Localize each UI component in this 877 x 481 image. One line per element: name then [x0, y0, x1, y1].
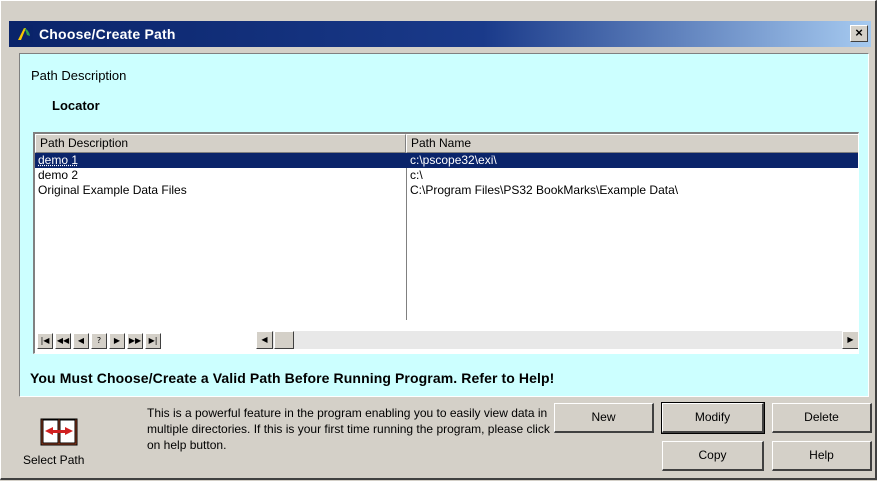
window-title: Choose/Create Path	[39, 26, 176, 42]
scroll-right-button[interactable]: ▶	[842, 331, 858, 349]
modify-button-label: Modify	[694, 410, 731, 424]
delete-button-label: Delete	[804, 410, 839, 424]
column-header-path-name[interactable]: Path Name	[406, 134, 858, 153]
next-record-button[interactable]: ▶	[109, 333, 125, 349]
prev-record-button[interactable]: ◀	[73, 333, 89, 349]
prev-page-icon: ◀◀	[56, 336, 70, 345]
next-page-icon: ▶▶	[128, 336, 142, 345]
help-button[interactable]: Help	[772, 441, 872, 471]
choose-create-path-dialog: Choose/Create Path × Path Description Lo…	[0, 0, 877, 480]
scroll-left-icon: ◀	[261, 335, 268, 344]
scroll-left-button[interactable]: ◀	[256, 331, 273, 349]
copy-button-label: Copy	[698, 448, 727, 462]
section-label: Path Description	[31, 68, 127, 83]
row-path: c:\	[410, 168, 423, 182]
next-icon: ▶	[113, 336, 121, 345]
scroll-thumb[interactable]	[274, 331, 294, 349]
warning-message: You Must Choose/Create a Valid Path Befo…	[30, 370, 555, 386]
table-row[interactable]: Original Example Data Files C:\Program F…	[35, 183, 858, 198]
next-page-button[interactable]: ▶▶	[127, 333, 143, 349]
scroll-right-icon: ▶	[847, 335, 854, 344]
first-record-button[interactable]: |◀	[37, 333, 53, 349]
select-path-label: Select Path	[23, 453, 85, 467]
new-button[interactable]: New	[554, 403, 654, 433]
prev-icon: ◀	[77, 336, 85, 345]
path-grid[interactable]: Path Description Path Name demo 1 c:\psc…	[33, 132, 859, 354]
row-description: demo 1	[38, 153, 79, 167]
locator-label: Locator	[52, 98, 100, 113]
help-text: This is a powerful feature in the progra…	[147, 406, 550, 452]
last-icon: ▶|	[148, 336, 158, 345]
app-icon	[15, 25, 33, 43]
footer: Select Path This is a powerful feature i…	[1, 399, 877, 481]
title-bar[interactable]: Choose/Create Path ×	[9, 21, 871, 47]
last-record-button[interactable]: ▶|	[145, 333, 161, 349]
row-description: demo 2	[38, 168, 79, 182]
close-icon: ×	[855, 25, 863, 40]
help-icon: ?	[96, 336, 102, 345]
table-row[interactable]: demo 1 c:\pscope32\exi\	[35, 153, 858, 168]
grid-rows: demo 1 c:\pscope32\exi\ demo 2 c:\ Origi…	[35, 153, 858, 198]
column-header-description[interactable]: Path Description	[35, 134, 406, 153]
delete-button[interactable]: Delete	[772, 403, 872, 433]
modify-button[interactable]: Modify	[661, 402, 765, 434]
close-button[interactable]: ×	[850, 25, 868, 42]
prev-page-button[interactable]: ◀◀	[55, 333, 71, 349]
row-description: Original Example Data Files	[38, 183, 187, 197]
copy-button[interactable]: Copy	[662, 441, 764, 471]
table-row[interactable]: demo 2 c:\	[35, 168, 858, 183]
help-record-button[interactable]: ?	[91, 333, 107, 349]
book-icon	[40, 418, 78, 446]
path-panel: Path Description Locator Path Descriptio…	[19, 53, 869, 397]
help-button-label: Help	[809, 448, 834, 462]
new-button-label: New	[591, 410, 616, 424]
row-path: c:\pscope32\exi\	[410, 153, 497, 167]
grid-header: Path Description Path Name	[35, 134, 858, 153]
select-path-button[interactable]: Select Path	[19, 407, 99, 477]
horizontal-scrollbar[interactable]: ◀ ▶	[256, 331, 858, 349]
row-path: C:\Program Files\PS32 BookMarks\Example …	[410, 183, 679, 197]
first-icon: |◀	[40, 336, 50, 345]
